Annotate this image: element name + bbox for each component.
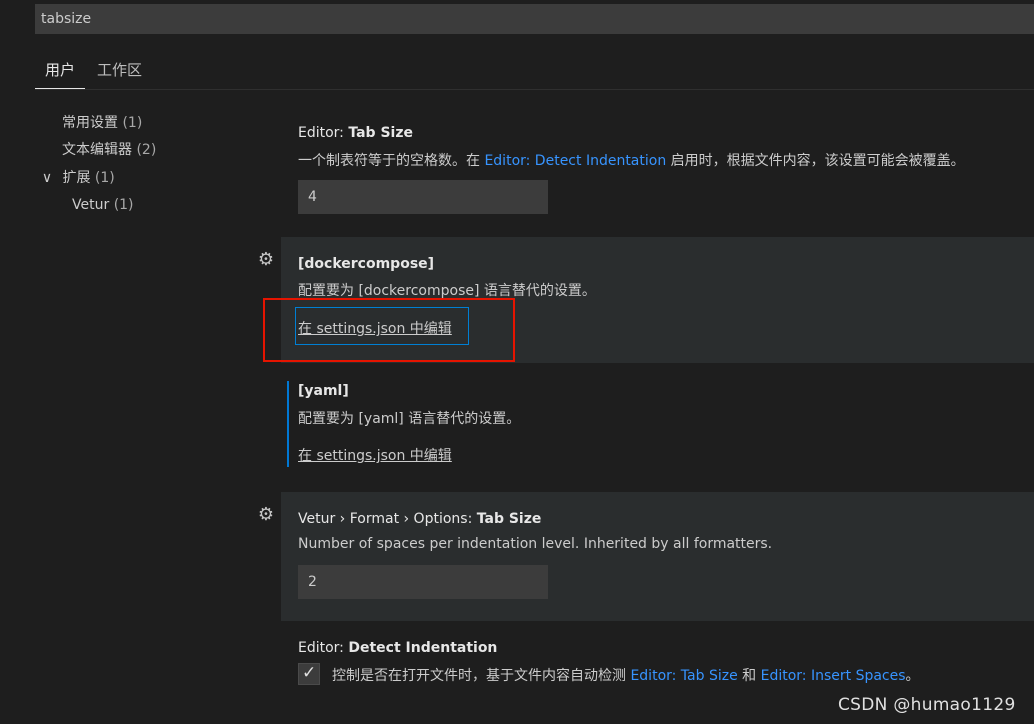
checkmark-icon: ✓ [302,663,317,683]
setting-title: Vetur › Format › Options: Tab Size [298,511,541,527]
toc-label: 扩展 [62,170,91,186]
setting-description: Number of spaces per indentation level. … [298,536,773,552]
tab-workspace[interactable]: 工作区 [97,58,142,88]
toc-item-extensions[interactable]: ∨ 扩展 (1) [40,168,115,188]
setting-editor-tab-size: Editor: Tab Size 一个制表符等于的空格数。在 Editor: D… [281,112,1034,232]
tab-user[interactable]: 用户 [35,58,86,89]
toc-count: (1) [122,115,143,131]
toc-label: Vetur [72,197,110,213]
setting-category: Editor: [298,125,349,141]
setting-title: Editor: Tab Size [298,125,413,141]
tab-size-link[interactable]: Editor: Tab Size [630,668,737,684]
setting-description: 控制是否在打开文件时，基于文件内容自动检测 Editor: Tab Size 和… [332,665,920,685]
setting-description: 配置要为 [dockercompose] 语言替代的设置。 [298,283,596,299]
toc-label: 文本编辑器 [62,142,132,158]
toc-count: (2) [136,142,157,158]
setting-description: 配置要为 [yaml] 语言替代的设置。 [298,411,521,427]
desc-text: 一个制表符等于的空格数。在 [298,153,485,169]
setting-name: [yaml] [298,383,349,399]
setting-name: Tab Size [476,511,542,527]
setting-title: [yaml] [298,383,349,399]
desc-text: 。 [905,668,920,684]
red-annotation-box [263,298,515,362]
gear-icon[interactable]: ⚙ [254,503,278,527]
detect-indentation-checkbox[interactable]: ✓ [298,663,320,685]
watermark-text: CSDN @humao1129 [838,695,1016,715]
setting-description: 一个制表符等于的空格数。在 Editor: Detect Indentation… [298,150,965,170]
vetur-tab-size-input[interactable]: 2 [298,565,548,599]
setting-category: Editor: [298,640,349,656]
toc-count: (1) [113,197,134,213]
setting-name: Detect Indentation [348,640,498,656]
tab-size-input[interactable]: 4 [298,180,548,214]
setting-title: [dockercompose] [298,256,434,272]
setting-name: [dockercompose] [298,256,435,272]
tabs-divider [35,89,1034,90]
setting-yaml: [yaml] 配置要为 [yaml] 语言替代的设置。 在 settings.j… [281,372,1034,482]
toc-label: 常用设置 [62,115,118,131]
toc-item-commonly-used[interactable]: 常用设置 (1) [62,113,142,133]
toc-item-text-editor[interactable]: 文本编辑器 (2) [62,140,156,160]
toc-count: (1) [94,170,115,186]
edit-in-settings-json-link[interactable]: 在 settings.json 中编辑 [298,445,452,465]
detect-indentation-link[interactable]: Editor: Detect Indentation [484,153,666,169]
setting-vetur-tab-size: Vetur › Format › Options: Tab Size Numbe… [281,492,1034,621]
insert-spaces-link[interactable]: Editor: Insert Spaces [761,668,906,684]
toc-item-vetur[interactable]: Vetur (1) [72,195,134,215]
desc-text: 启用时，根据文件内容，该设置可能会被覆盖。 [666,153,965,169]
desc-text: 控制是否在打开文件时，基于文件内容自动检测 [332,668,631,684]
desc-text: 和 [737,668,761,684]
setting-name: Tab Size [348,125,413,141]
gear-icon[interactable]: ⚙ [254,248,278,272]
setting-title: Editor: Detect Indentation [298,640,497,656]
settings-search-input[interactable]: tabsize [35,4,1034,34]
setting-category: Vetur › Format › Options: [298,511,477,527]
chevron-down-icon: ∨ [41,170,53,186]
